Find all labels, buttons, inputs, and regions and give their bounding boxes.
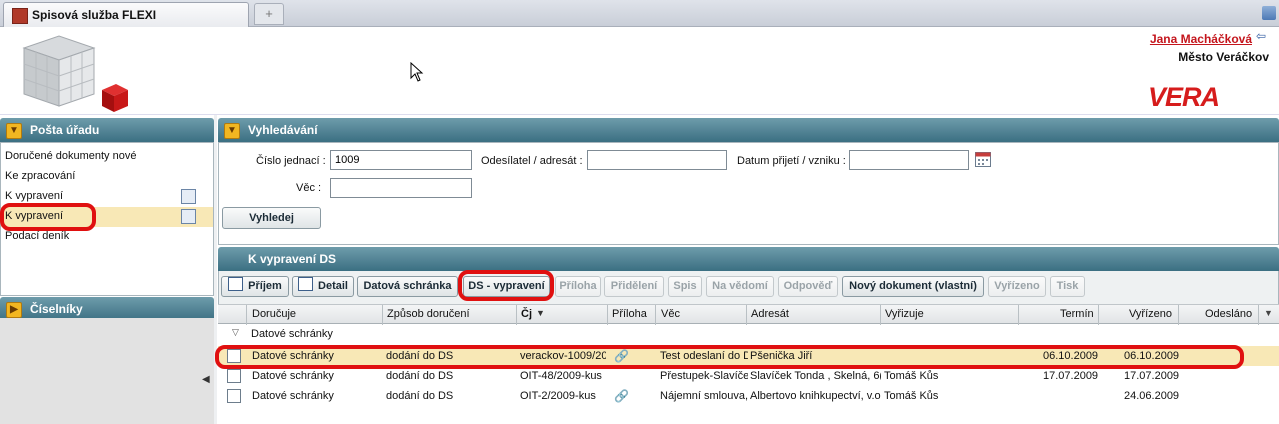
grid-header: Doručuje Způsob doručení Čj ▼ Příloha Vě…	[218, 304, 1279, 325]
nav-k-vypraveni[interactable]: K vypravení	[5, 190, 63, 202]
tab-menu-icon[interactable]	[1262, 6, 1276, 20]
expand-arrow-icon: ▶	[6, 302, 22, 318]
mouse-cursor-icon	[410, 62, 424, 82]
col-vec[interactable]: Věc	[661, 308, 680, 320]
logout-icon[interactable]: ⇦	[1256, 29, 1270, 43]
ciselniky-title: Číselníky	[30, 302, 83, 316]
collapse-arrow-icon: ▼	[6, 123, 22, 139]
city-name: Město Veráčkov	[1178, 50, 1269, 64]
nav-dorucene-nove[interactable]: Doručené dokumenty nové	[5, 150, 136, 162]
prijem-icon	[228, 277, 244, 291]
cell-zpusob: dodání do DS	[386, 390, 454, 402]
datum-input[interactable]	[849, 150, 969, 170]
cell-zpusob: dodání do DS	[386, 370, 454, 382]
odpoved-button[interactable]: Odpověď	[778, 276, 838, 297]
cube-logo-icon	[22, 35, 128, 112]
cell-vyrizeno: 17.07.2009	[1124, 370, 1180, 382]
col-vyrizeno[interactable]: Vyřízeno	[1129, 308, 1172, 320]
col-priloha[interactable]: Příloha	[612, 308, 647, 320]
col-vyrizuje[interactable]: Vyřizuje	[885, 308, 924, 320]
group-row[interactable]: ▽ Datové schránky	[218, 324, 1279, 344]
na-vedomi-button[interactable]: Na vědomí	[706, 276, 774, 297]
user-name-link[interactable]: Jana Macháčková	[1150, 32, 1252, 46]
vec-label: Věc :	[296, 182, 322, 194]
sort-desc-icon: ▼	[536, 308, 545, 318]
column-menu-icon[interactable]: ▼	[1264, 308, 1273, 318]
new-tab-button[interactable]: +	[254, 3, 284, 25]
vyrizeno-button[interactable]: Vyřízeno	[988, 276, 1046, 297]
calendar-icon[interactable]	[975, 152, 991, 167]
row-checkbox[interactable]	[227, 369, 241, 383]
vyhledej-button[interactable]: Vyhledej	[222, 207, 321, 229]
col-adresat[interactable]: Adresát	[751, 308, 789, 320]
priloha-button[interactable]: Příloha	[555, 276, 601, 297]
envelope-icon	[181, 189, 196, 204]
cell-cj: OIT-2/2009-kus	[520, 390, 596, 402]
app-tab[interactable]: Spisová služba FLEXI	[3, 2, 249, 27]
tisk-button[interactable]: Tisk	[1050, 276, 1085, 297]
cell-vyrizeno: 24.06.2009	[1124, 390, 1180, 402]
prijem-button[interactable]: Příjem	[221, 276, 289, 297]
cell-cj: OIT-48/2009-kus	[520, 370, 602, 382]
cell-vyrizuje: Tomáš Kůs	[884, 370, 939, 382]
cell-vec: Přestupek-Slavíče	[660, 370, 748, 382]
datum-label: Datum přijetí / vzniku :	[737, 155, 846, 167]
collapse-arrow-icon: ▼	[224, 123, 240, 139]
cislo-jednaci-label: Číslo jednací :	[256, 155, 326, 167]
cell-adresat: Albertovo knihkupectví, v.o	[750, 390, 881, 402]
nav-ke-zpracovani[interactable]: Ke zpracování	[5, 170, 75, 182]
app-icon	[12, 8, 28, 24]
prijem-label: Příjem	[248, 280, 282, 292]
list-title: K vypravení DS	[248, 252, 337, 266]
col-odeslano[interactable]: Odesláno	[1205, 308, 1252, 320]
col-dorucuje[interactable]: Doručuje	[252, 308, 296, 320]
cell-termin: 17.07.2009	[1043, 370, 1099, 382]
col-cj[interactable]: Čj	[521, 308, 532, 320]
table-row[interactable]: Datové schránky dodání do DS OIT-2/2009-…	[218, 386, 1279, 406]
detail-button[interactable]: Detail	[292, 276, 354, 297]
vec-input[interactable]	[330, 178, 472, 198]
col-termin[interactable]: Termín	[1060, 308, 1094, 320]
cell-dorucuje: Datové schránky	[252, 370, 334, 382]
left-empty-area	[0, 318, 214, 424]
search-title: Vyhledávání	[248, 123, 318, 137]
tab-strip: Spisová služba FLEXI +	[0, 0, 1279, 27]
list-header[interactable]: K vypravení DS	[218, 247, 1279, 271]
table-row[interactable]: Datové schránky dodání do DS OIT-48/2009…	[218, 366, 1279, 386]
group-label: Datové schránky	[251, 328, 333, 340]
paperclip-icon: 🔗	[614, 389, 629, 403]
search-header[interactable]: ▼ Vyhledávání	[218, 118, 1279, 142]
nav-podaci-denik[interactable]: Podací deník	[5, 230, 69, 242]
cell-dorucuje: Datové schránky	[252, 390, 334, 402]
prideleni-button[interactable]: Přidělení	[604, 276, 664, 297]
datova-schranka-button[interactable]: Datová schránka	[357, 276, 458, 297]
collapse-sidebar-icon[interactable]: ◀	[202, 374, 210, 385]
detail-icon	[298, 277, 314, 291]
cell-adresat: Slavíček Tonda , Skelná, 6(	[750, 370, 881, 382]
odesilatel-input[interactable]	[587, 150, 727, 170]
app-tab-title: Spisová služba FLEXI	[32, 8, 157, 22]
novy-dokument-button[interactable]: Nový dokument (vlastní)	[842, 276, 984, 297]
group-collapse-icon[interactable]: ▽	[232, 327, 239, 338]
datova-schranka-icon	[181, 209, 196, 224]
posta-uradu-header[interactable]: ▼ Pošta úřadu	[0, 118, 214, 142]
odesilatel-label: Odesílatel / adresát :	[481, 155, 583, 167]
col-zpusob-doruceni[interactable]: Způsob doručení	[387, 308, 470, 320]
splitter[interactable]	[214, 115, 217, 424]
app-header	[0, 28, 1279, 115]
vera-logo: VERA	[1148, 82, 1220, 112]
spis-button[interactable]: Spis	[668, 276, 702, 297]
posta-uradu-title: Pošta úřadu	[30, 123, 100, 137]
row-checkbox[interactable]	[227, 389, 241, 403]
annotation-highlight-button	[458, 270, 554, 301]
cell-vyrizuje: Tomáš Kůs	[884, 390, 939, 402]
annotation-highlight-nav	[0, 203, 96, 231]
cell-vec: Nájemní smlouva,	[660, 390, 748, 402]
cislo-jednaci-input[interactable]	[330, 150, 472, 170]
detail-label: Detail	[318, 280, 348, 292]
